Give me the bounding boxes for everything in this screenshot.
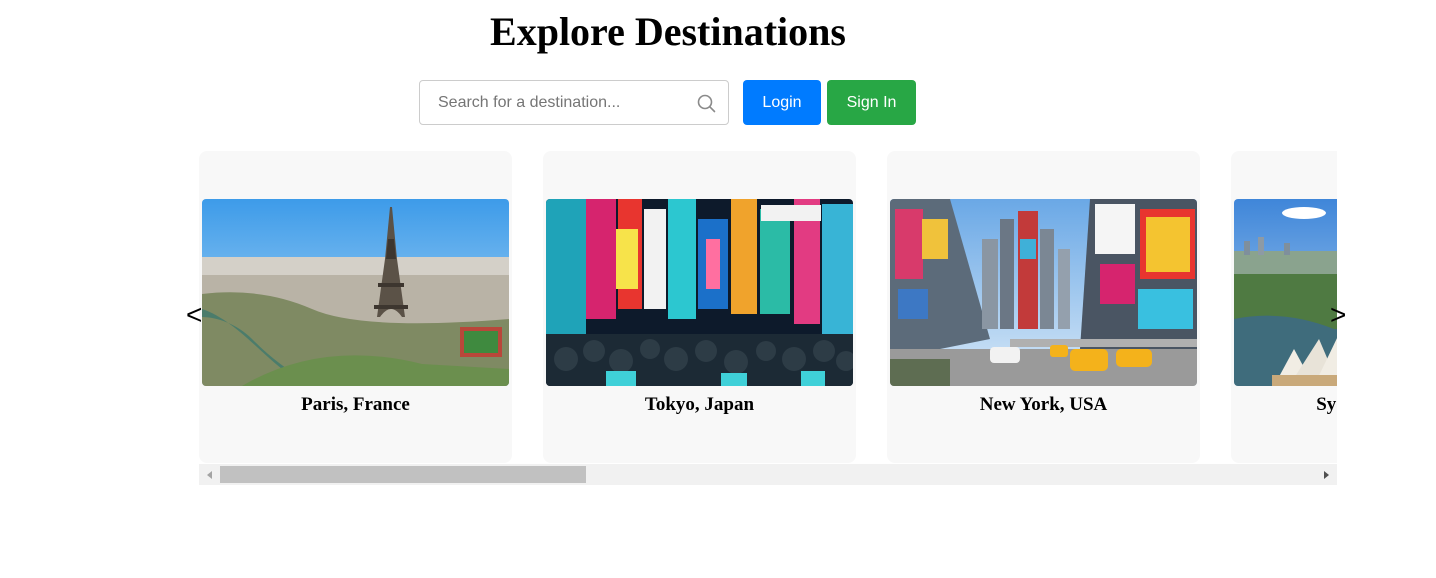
destination-carousel: Paris, France Tokyo, Japan New York, USA… (186, 151, 1346, 485)
page-title: Explore Destinations (490, 9, 846, 54)
page: Explore Destinations Login Sign In (0, 0, 1436, 578)
toolbar: Login Sign In (419, 79, 916, 126)
tokyo-neon-street-photo[interactable] (546, 199, 853, 386)
destination-label: New York, USA (979, 394, 1108, 415)
search-box[interactable] (419, 80, 729, 125)
destination-card-new-york[interactable]: New York, USA (887, 151, 1200, 463)
carousel-next-button[interactable]: > (1330, 299, 1346, 331)
carousel-prev-button[interactable]: < (186, 299, 202, 331)
destination-card-paris[interactable]: Paris, France (199, 151, 512, 463)
carousel-track: Paris, France Tokyo, Japan New York, USA… (199, 151, 1337, 464)
destination-label: Paris, France (301, 394, 410, 415)
destination-card-tokyo[interactable]: Tokyo, Japan (543, 151, 856, 463)
sign-in-button[interactable]: Sign In (827, 80, 916, 125)
search-input[interactable] (420, 81, 728, 124)
eiffel-tower-photo[interactable] (202, 199, 509, 386)
scroll-left-arrow-icon[interactable] (201, 464, 218, 485)
carousel-scrollbar[interactable] (199, 464, 1337, 485)
scrollbar-thumb[interactable] (220, 466, 586, 483)
destination-card-sydney[interactable]: Sydney, Australia (1231, 151, 1337, 463)
destination-label: Sydney, Australia (1316, 394, 1337, 415)
scroll-right-arrow-icon[interactable] (1318, 464, 1335, 485)
sydney-opera-house-photo[interactable] (1234, 199, 1337, 386)
search-icon[interactable] (696, 93, 718, 115)
times-square-photo[interactable] (890, 199, 1197, 386)
destination-label: Tokyo, Japan (644, 394, 755, 415)
login-button[interactable]: Login (743, 80, 821, 125)
